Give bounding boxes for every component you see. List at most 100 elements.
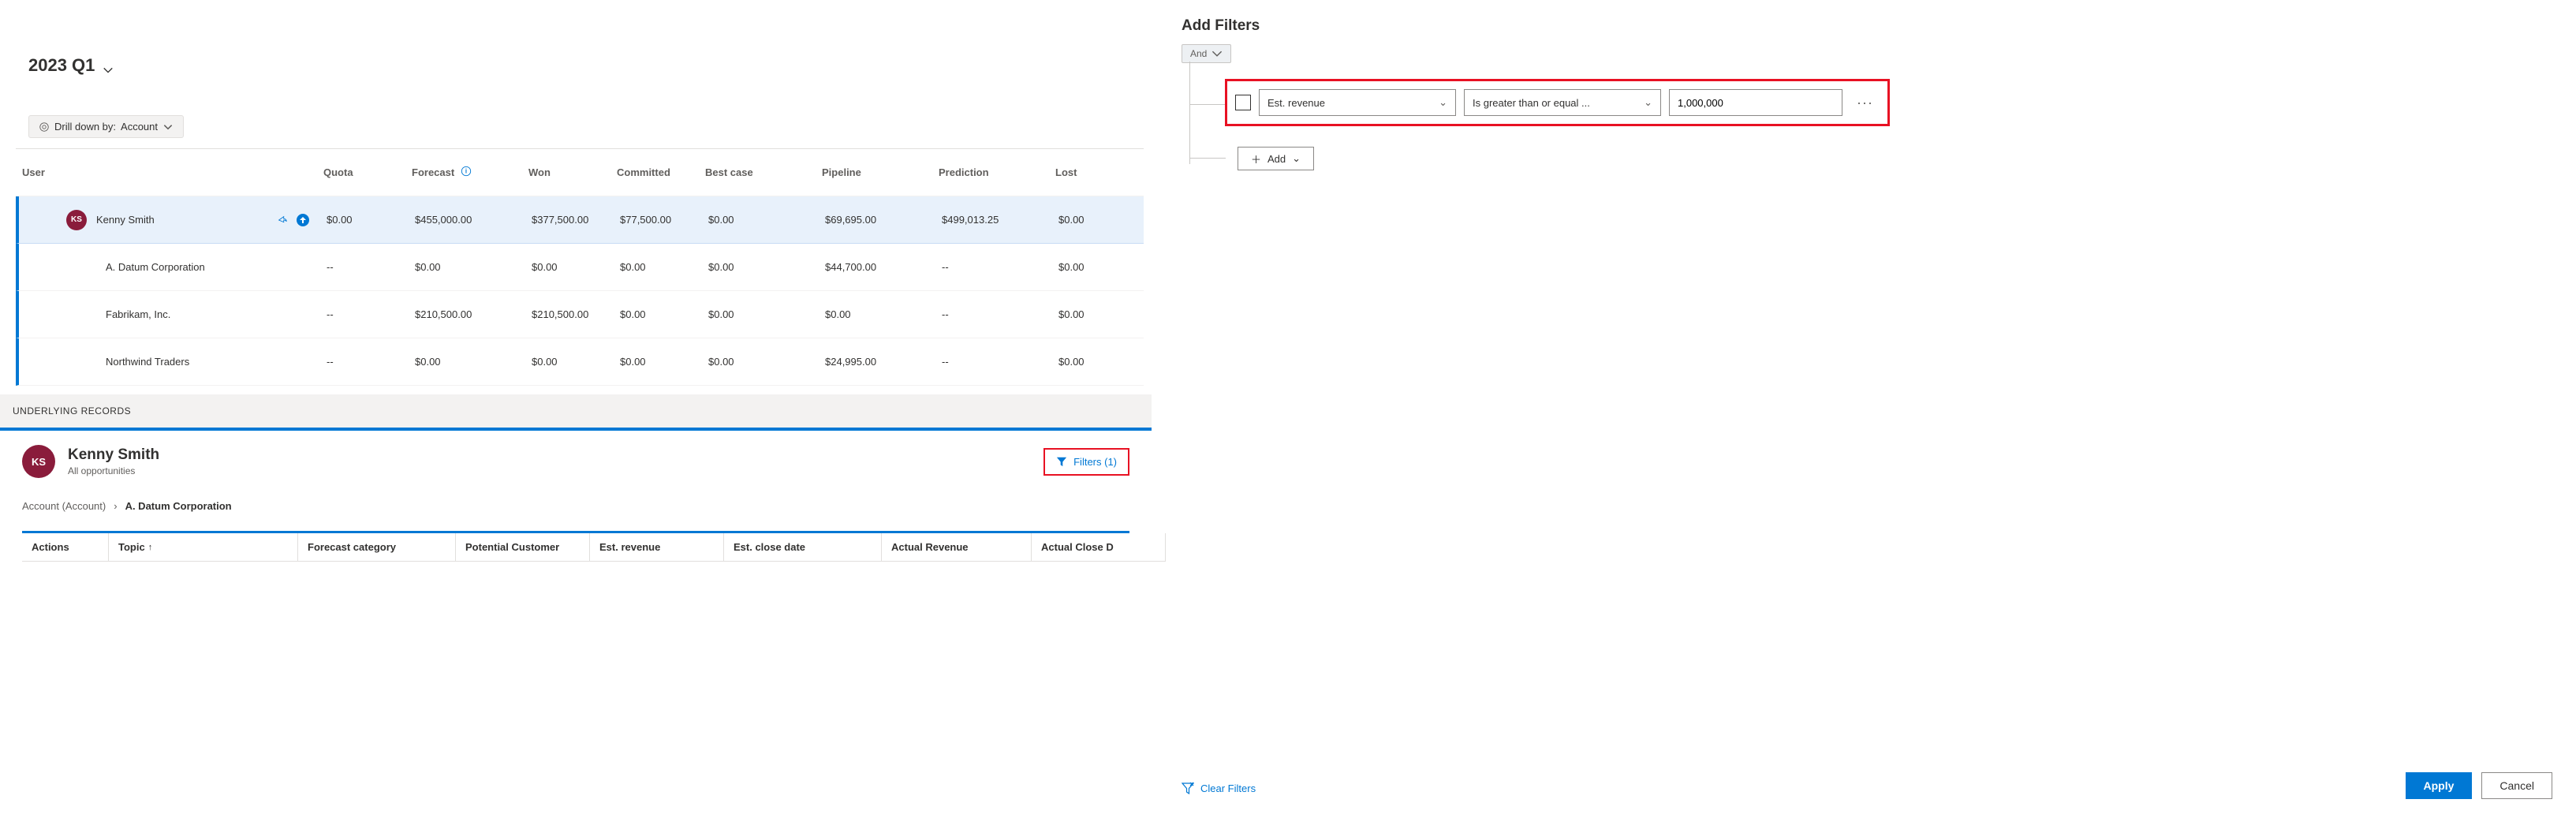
filter-field-select[interactable]: Est. revenue ⌄	[1259, 89, 1456, 116]
up-arrow-icon[interactable]	[297, 214, 309, 226]
cell-committed: $77,500.00	[614, 211, 702, 229]
filters-button[interactable]: Filters (1)	[1043, 448, 1129, 476]
records-header-actions[interactable]: Actions	[22, 533, 109, 562]
records-header-forecast-category[interactable]: Forecast category	[298, 533, 456, 562]
records-header-potential-customer[interactable]: Potential Customer	[456, 533, 590, 562]
cell-won: $0.00	[525, 258, 614, 276]
period-switcher[interactable]: 2023 Q1	[28, 55, 114, 76]
underlying-user-name: Kenny Smith	[68, 446, 159, 464]
chevron-down-icon	[162, 121, 174, 133]
info-icon[interactable]: i	[461, 166, 472, 179]
filter-operator-value: Is greater than or equal ...	[1473, 97, 1590, 109]
forecast-header-won[interactable]: Won	[522, 163, 610, 181]
add-filter-label: Add	[1267, 153, 1286, 165]
records-header-est.-revenue[interactable]: Est. revenue	[590, 533, 724, 562]
add-filter-button[interactable]: ＋ Add ⌄	[1238, 147, 1314, 170]
avatar: KS	[22, 445, 55, 478]
records-header-est.-close-date[interactable]: Est. close date	[724, 533, 882, 562]
row-name: Kenny Smith	[96, 214, 155, 226]
forecast-header-prediction[interactable]: Prediction	[932, 163, 1049, 181]
filter-field-value: Est. revenue	[1267, 97, 1325, 109]
underlying-subtitle: All opportunities	[68, 465, 159, 476]
cell-committed: $0.00	[614, 258, 702, 276]
avatar: KS	[66, 210, 87, 230]
filter-value-input[interactable]	[1669, 89, 1842, 116]
clear-filter-icon	[1182, 782, 1194, 794]
filter-icon	[1056, 456, 1067, 467]
chevron-down-icon: ⌄	[1439, 96, 1447, 109]
forecast-header-best-case[interactable]: Best case	[699, 163, 816, 181]
records-header-actual-close-d[interactable]: Actual Close D	[1032, 533, 1166, 562]
forecast-header-lost[interactable]: Lost	[1049, 163, 1128, 181]
table-row[interactable]: Northwind Traders--$0.00$0.00$0.00$0.00$…	[16, 338, 1144, 386]
filters-button-label: Filters (1)	[1073, 456, 1117, 468]
cell-best: $0.00	[702, 353, 819, 371]
cell-pipeline: $0.00	[819, 305, 935, 323]
row-name: A. Datum Corporation	[106, 261, 205, 273]
cell-lost: $0.00	[1052, 211, 1131, 229]
cell-prediction: $499,013.25	[935, 211, 1052, 229]
svg-text:i: i	[465, 168, 467, 175]
breadcrumb-root[interactable]: Account (Account)	[22, 500, 106, 512]
forecast-header-user[interactable]: User	[16, 163, 317, 181]
tree-line	[1189, 62, 1190, 164]
cell-quota: --	[320, 305, 409, 323]
cell-forecast: $455,000.00	[409, 211, 525, 229]
drill-down-pill[interactable]: Drill down by: Account	[28, 115, 184, 138]
cell-forecast: $0.00	[409, 353, 525, 371]
cell-lost: $0.00	[1052, 353, 1131, 371]
records-grid: ActionsTopic↑Forecast categoryPotential …	[22, 531, 1129, 562]
table-row[interactable]: Fabrikam, Inc.--$210,500.00$210,500.00$0…	[16, 291, 1144, 338]
underlying-records-block: KS Kenny Smith All opportunities Filters…	[0, 428, 1152, 562]
forecast-grid: UserQuotaForecastiWonCommittedBest caseP…	[16, 148, 1144, 386]
cancel-button[interactable]: Cancel	[2481, 772, 2552, 799]
cell-pipeline: $24,995.00	[819, 353, 935, 371]
more-icon[interactable]: ···	[1850, 95, 1880, 111]
chevron-down-icon: ⌄	[1292, 152, 1301, 165]
cell-quota: $0.00	[320, 211, 409, 229]
drill-value: Account	[121, 121, 158, 133]
add-filters-title: Add Filters	[1182, 17, 1260, 35]
filter-group-operator[interactable]: And	[1182, 44, 1231, 63]
cell-prediction: --	[935, 353, 1052, 371]
cell-pipeline: $69,695.00	[819, 211, 935, 229]
cell-prediction: --	[935, 305, 1052, 323]
share-icon[interactable]	[276, 214, 289, 226]
forecast-header-quota[interactable]: Quota	[317, 163, 405, 181]
underlying-records-header: UNDERLYING RECORDS	[0, 394, 1152, 428]
cell-forecast: $0.00	[409, 258, 525, 276]
records-header-actual-revenue[interactable]: Actual Revenue	[882, 533, 1032, 562]
cell-lost: $0.00	[1052, 258, 1131, 276]
forecast-header-pipeline[interactable]: Pipeline	[816, 163, 932, 181]
clear-filters-button[interactable]: Clear Filters	[1182, 782, 1256, 794]
chevron-down-icon	[103, 60, 114, 71]
clear-filters-label: Clear Filters	[1200, 783, 1256, 794]
filter-operator-select[interactable]: Is greater than or equal ... ⌄	[1464, 89, 1661, 116]
cell-won: $0.00	[525, 353, 614, 371]
forecast-header-forecast[interactable]: Forecasti	[405, 162, 522, 182]
cell-pipeline: $44,700.00	[819, 258, 935, 276]
cell-best: $0.00	[702, 211, 819, 229]
filter-row-checkbox[interactable]	[1235, 95, 1251, 110]
table-row[interactable]: A. Datum Corporation--$0.00$0.00$0.00$0.…	[16, 244, 1144, 291]
row-name: Fabrikam, Inc.	[106, 308, 170, 320]
cell-committed: $0.00	[614, 305, 702, 323]
cell-best: $0.00	[702, 305, 819, 323]
drill-prefix: Drill down by:	[54, 121, 116, 133]
sort-asc-icon: ↑	[148, 543, 153, 552]
forecast-header-committed[interactable]: Committed	[610, 163, 699, 181]
cell-best: $0.00	[702, 258, 819, 276]
cell-lost: $0.00	[1052, 305, 1131, 323]
filter-group-operator-label: And	[1190, 48, 1207, 59]
cell-won: $210,500.00	[525, 305, 614, 323]
filter-row: Est. revenue ⌄ Is greater than or equal …	[1225, 79, 1890, 126]
table-row[interactable]: KSKenny Smith$0.00$455,000.00$377,500.00…	[16, 196, 1144, 244]
tree-connector	[1189, 104, 1226, 105]
period-label: 2023 Q1	[28, 55, 95, 76]
chevron-right-icon: ›	[114, 500, 117, 512]
apply-button[interactable]: Apply	[2406, 772, 2473, 799]
breadcrumb-leaf: A. Datum Corporation	[125, 500, 232, 512]
records-header-topic[interactable]: Topic↑	[109, 533, 298, 562]
cell-won: $377,500.00	[525, 211, 614, 229]
cell-forecast: $210,500.00	[409, 305, 525, 323]
